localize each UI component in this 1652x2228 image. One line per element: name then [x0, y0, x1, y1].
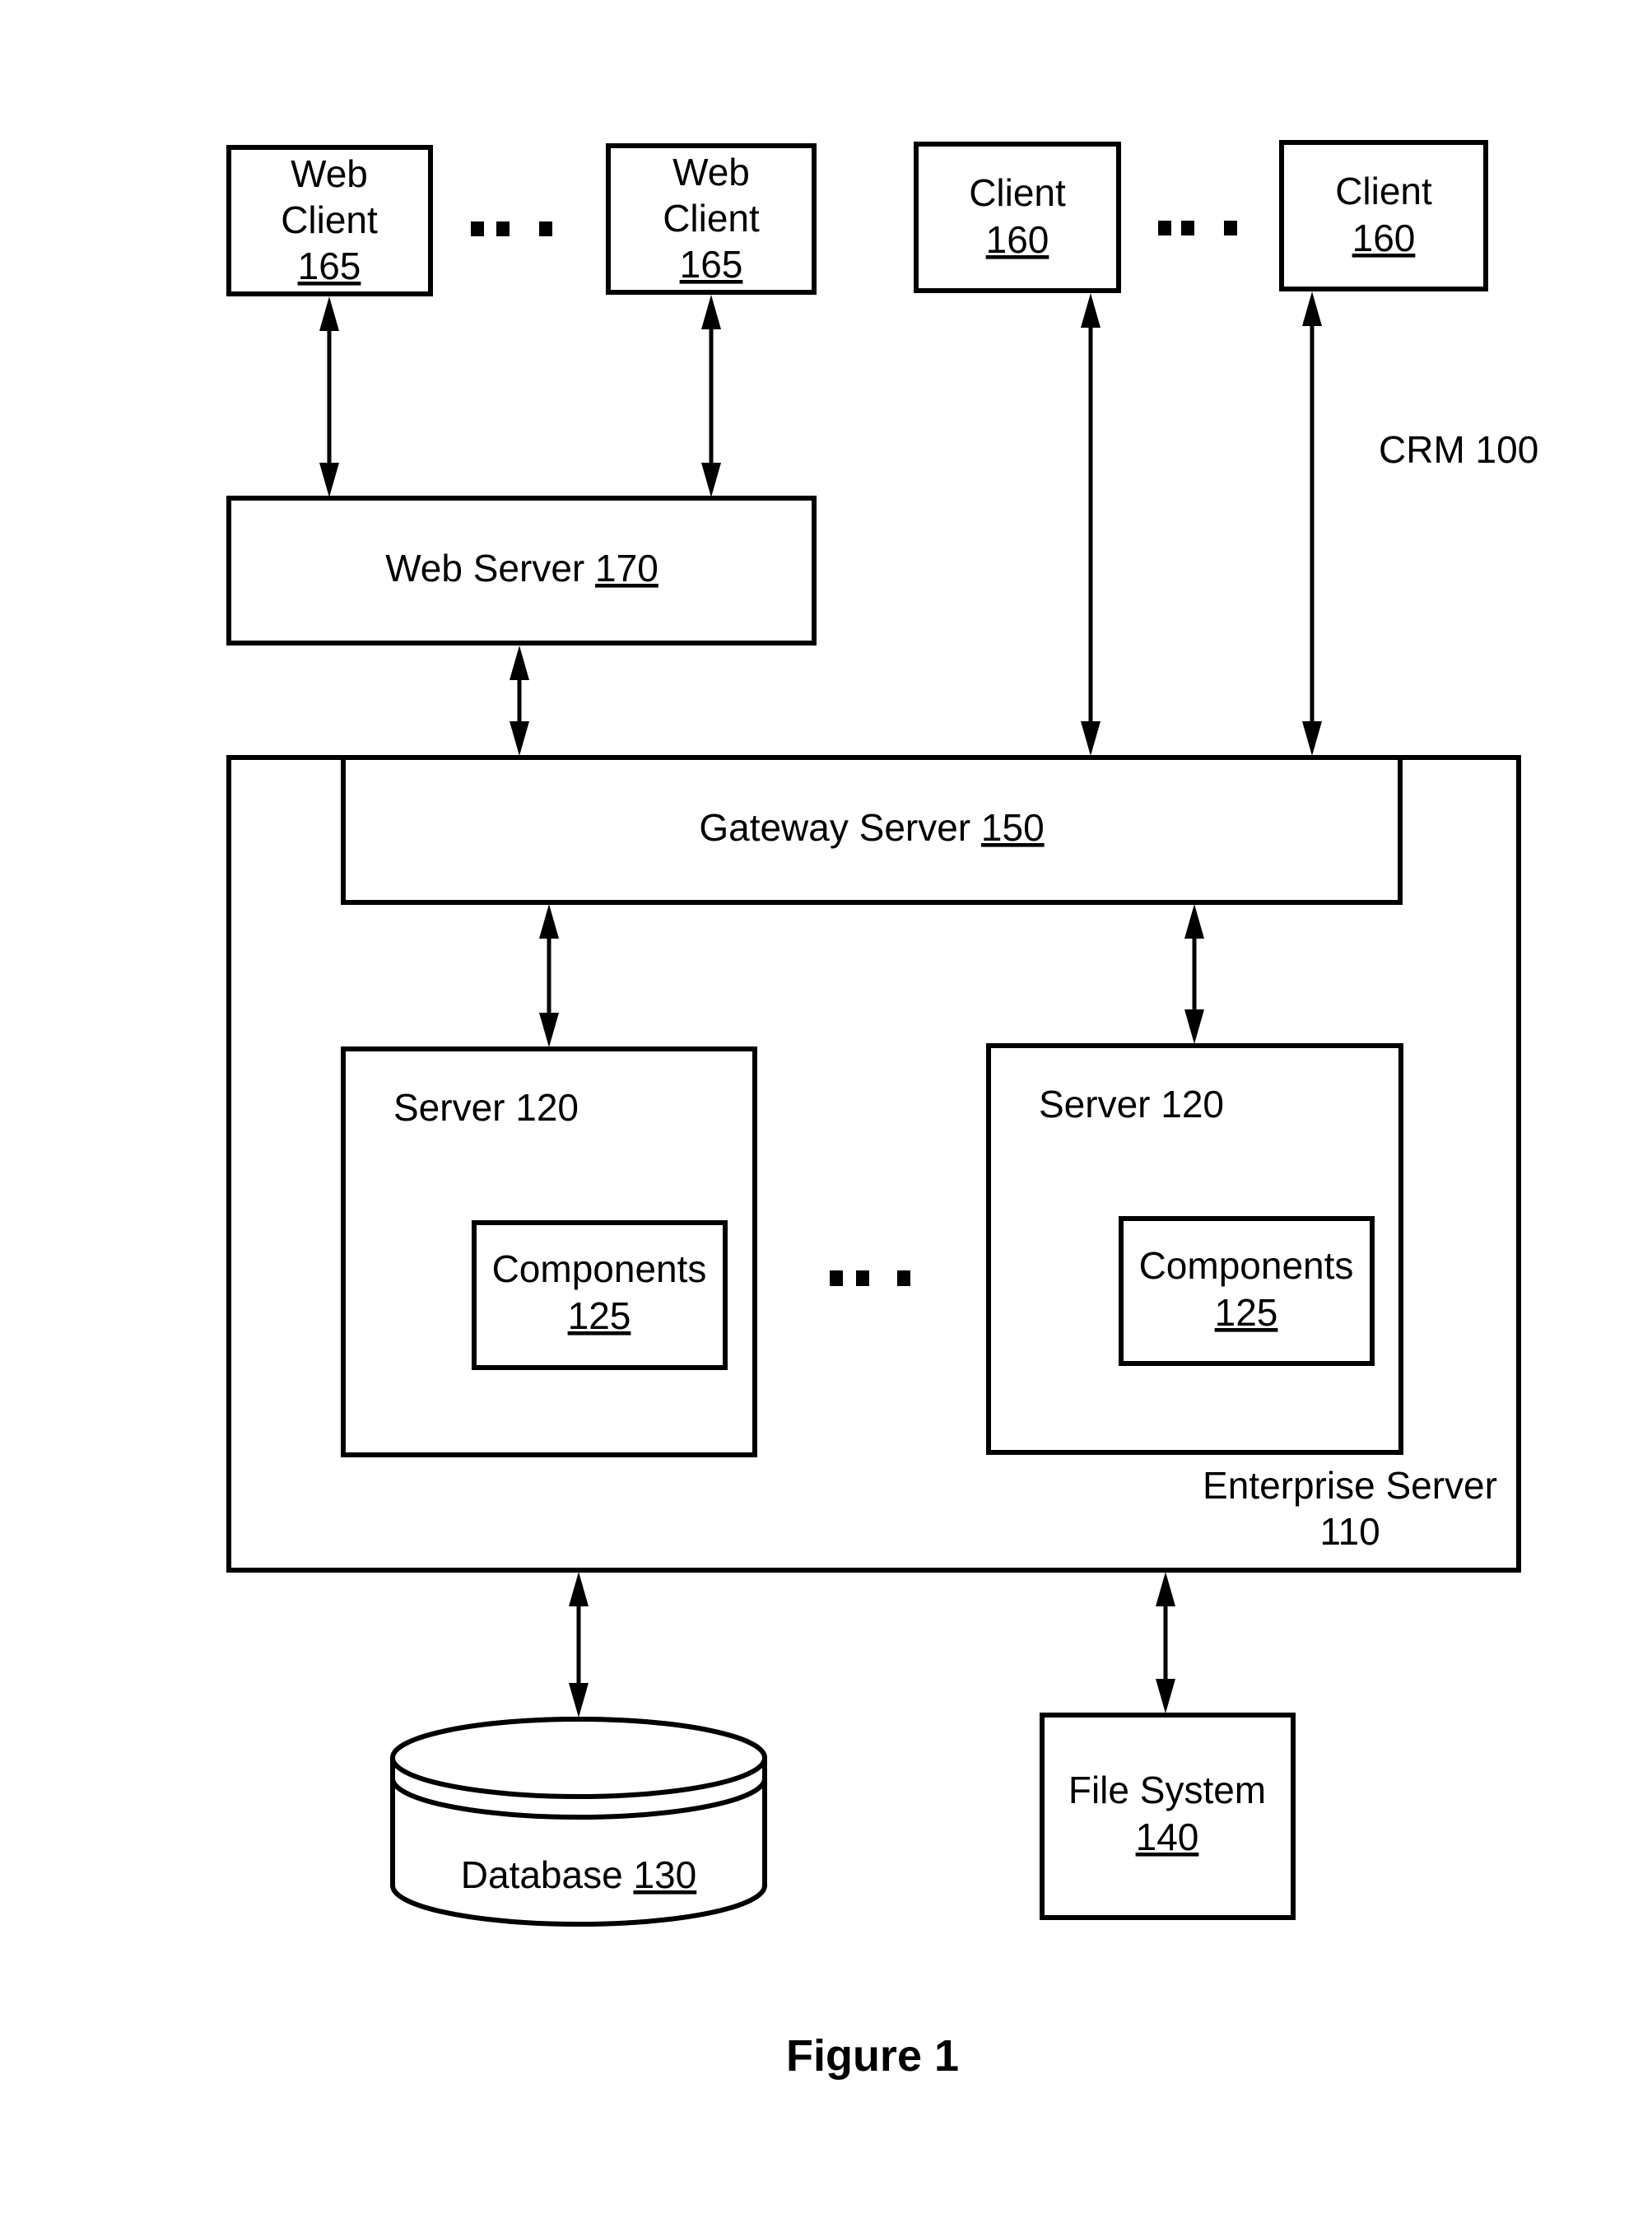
gateway-server-ref: 150 [981, 806, 1045, 849]
client-box: Client 160 [914, 142, 1121, 293]
server-label: Server 120 [393, 1086, 579, 1129]
bidirectional-arrow [1156, 1572, 1175, 1713]
arrow-head-up-icon [569, 1572, 589, 1606]
client-label: Client [1335, 170, 1432, 212]
bidirectional-arrow [319, 296, 339, 497]
arrow-head-up-icon [1156, 1572, 1175, 1606]
components-label: Components [1139, 1244, 1354, 1287]
client-box: Client 160 [1279, 140, 1488, 291]
web-client-box: Web Client 165 [606, 143, 817, 295]
gateway-server-name: Gateway Server [699, 806, 970, 849]
arrow-head-down-icon [1302, 721, 1322, 756]
file-system-box: File System 140 [1040, 1713, 1296, 1920]
arrow-head-down-icon [1156, 1679, 1175, 1713]
arrow-head-up-icon [1081, 293, 1101, 328]
server-box: Server 120 Components 125 [986, 1043, 1403, 1455]
web-client-label-line2: Client [663, 197, 760, 240]
arrow-head-up-icon [510, 646, 529, 680]
gateway-server-box: Gateway Server 150 [341, 755, 1403, 905]
ellipsis-web-clients [471, 221, 552, 236]
database-ref: 130 [633, 1853, 696, 1896]
web-client-label-line2: Client [281, 198, 378, 241]
ellipsis-clients [1158, 221, 1237, 235]
file-system-ref: 140 [1136, 1815, 1199, 1858]
web-client-label-line1: Web [291, 152, 368, 195]
arrow-head-up-icon [701, 295, 721, 329]
arrow-head-down-icon [319, 463, 339, 497]
enterprise-server-ref: 110 [1319, 1510, 1380, 1553]
web-client-ref: 165 [680, 243, 743, 286]
arrow-head-down-icon [510, 721, 529, 756]
web-client-label-line1: Web [672, 151, 750, 193]
bidirectional-arrow [1081, 293, 1101, 756]
database-name: Database [461, 1853, 623, 1896]
bidirectional-arrow [510, 646, 529, 756]
arrow-head-down-icon [701, 463, 721, 497]
components-ref: 125 [568, 1294, 631, 1337]
bidirectional-arrow [1302, 291, 1322, 756]
database-cylinder: Database 130 [390, 1717, 767, 1927]
web-server-label: Web Server 170 [385, 547, 658, 590]
components-label: Components [492, 1247, 707, 1290]
web-client-box: Web Client 165 [226, 145, 433, 296]
enterprise-server-label-line1: Enterprise Server [1203, 1464, 1497, 1507]
database-label: Database 130 [461, 1853, 696, 1896]
client-label: Client [969, 171, 1066, 214]
client-ref: 160 [986, 218, 1049, 261]
arrow-head-down-icon [1081, 721, 1101, 756]
client-ref: 160 [1352, 217, 1416, 259]
server-box: Server 120 Components 125 [341, 1046, 757, 1457]
crm-system-label: CRM 100 [1379, 428, 1538, 471]
web-server-name: Web Server [385, 547, 584, 590]
server-label: Server 120 [1039, 1083, 1224, 1126]
web-server-box: Web Server 170 [226, 496, 817, 646]
bidirectional-arrow [701, 295, 721, 497]
arrow-head-up-icon [1302, 291, 1322, 326]
gateway-server-label: Gateway Server 150 [699, 806, 1044, 849]
crm-architecture-diagram: Web Client 165 Web Client 165 Client 160… [226, 140, 1538, 2081]
figure-caption: Figure 1 [786, 2031, 959, 2081]
arrow-head-down-icon [569, 1683, 589, 1718]
file-system-label: File System [1068, 1769, 1266, 1811]
components-ref: 125 [1215, 1291, 1278, 1334]
bidirectional-arrow [569, 1572, 589, 1718]
web-client-ref: 165 [298, 245, 361, 287]
web-server-ref: 170 [595, 547, 658, 590]
arrow-head-up-icon [319, 296, 339, 331]
